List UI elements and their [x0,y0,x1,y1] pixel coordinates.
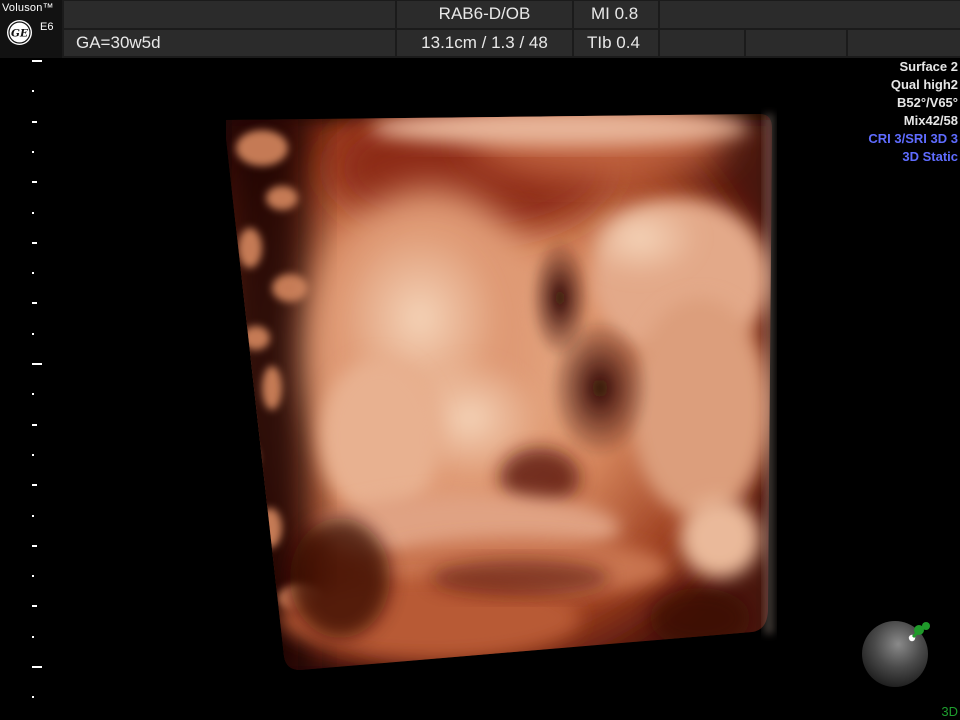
depth-scale-tick [32,423,37,426]
ge-logo-icon: GE [7,20,32,45]
depth-settings-text: 13.1cm / 1.3 / 48 [421,33,548,52]
svg-text:GE: GE [11,28,29,40]
mode-tag: 3D [941,704,958,719]
depth-scale-tick [32,332,34,335]
depth-scale-tick [32,666,42,668]
header-field-empty [746,30,846,56]
header-field-empty [848,30,960,56]
depth-scale-tick [32,605,37,608]
gestational-age-text: GA=30w5d [76,33,161,52]
brand-block: Voluson™ GE E6 [0,0,62,58]
probe-preset-field[interactable]: RAB6-D/OB [397,1,572,28]
acquisition-info-panel: Surface 2 Qual high2 B52°/V65° Mix42/58 … [868,58,958,166]
depth-scale [28,58,44,720]
depth-scale-tick [32,363,42,365]
depth-scale-tick [32,150,34,153]
fetal-3d-render [226,114,774,670]
depth-scale-tick [32,211,34,214]
depth-scale-tick [32,484,37,487]
orientation-ball-icon[interactable] [855,612,935,692]
gestational-age-field[interactable]: GA=30w5d [64,30,395,56]
depth-settings-field: 13.1cm / 1.3 / 48 [397,30,572,56]
depth-scale-tick [32,272,34,275]
depth-scale-tick [32,453,34,456]
depth-scale-tick [32,696,34,699]
info-line-angles: B52°/V65° [897,95,958,110]
info-line-surface: Surface 2 [899,59,958,74]
brand-model: E6 [40,21,54,33]
depth-scale-tick [32,60,42,62]
header-bar: Voluson™ GE E6 GA=30w5d RAB6-D/OB 13.1cm… [0,0,960,58]
brand-name: Voluson™ [2,2,54,14]
mechanical-index-field: MI 0.8 [574,1,658,28]
depth-scale-tick [32,241,37,244]
depth-scale-tick [32,575,34,578]
depth-scale-tick [32,514,34,517]
header-field-empty [660,30,744,56]
depth-scale-tick [32,120,37,123]
depth-scale-tick [32,90,34,93]
depth-scale-tick [32,181,37,184]
info-line-cri-sri: CRI 3/SRI 3D 3 [868,131,958,146]
ultrasound-screen: Voluson™ GE E6 GA=30w5d RAB6-D/OB 13.1cm… [0,0,960,720]
thermal-index-text: TIb 0.4 [587,33,640,52]
depth-scale-tick [32,544,37,547]
depth-scale-tick [32,393,34,396]
info-line-mode: 3D Static [902,149,958,164]
thermal-index-field: TIb 0.4 [574,30,658,56]
info-line-quality: Qual high2 [890,77,958,92]
render-viewport[interactable] [0,58,960,720]
depth-scale-tick [32,635,34,638]
probe-preset-text: RAB6-D/OB [438,4,531,23]
header-field-empty [660,1,960,28]
header-field-empty [64,1,395,28]
info-line-mix: Mix42/58 [903,113,958,128]
mechanical-index-text: MI 0.8 [591,4,639,23]
depth-scale-tick [32,302,37,305]
